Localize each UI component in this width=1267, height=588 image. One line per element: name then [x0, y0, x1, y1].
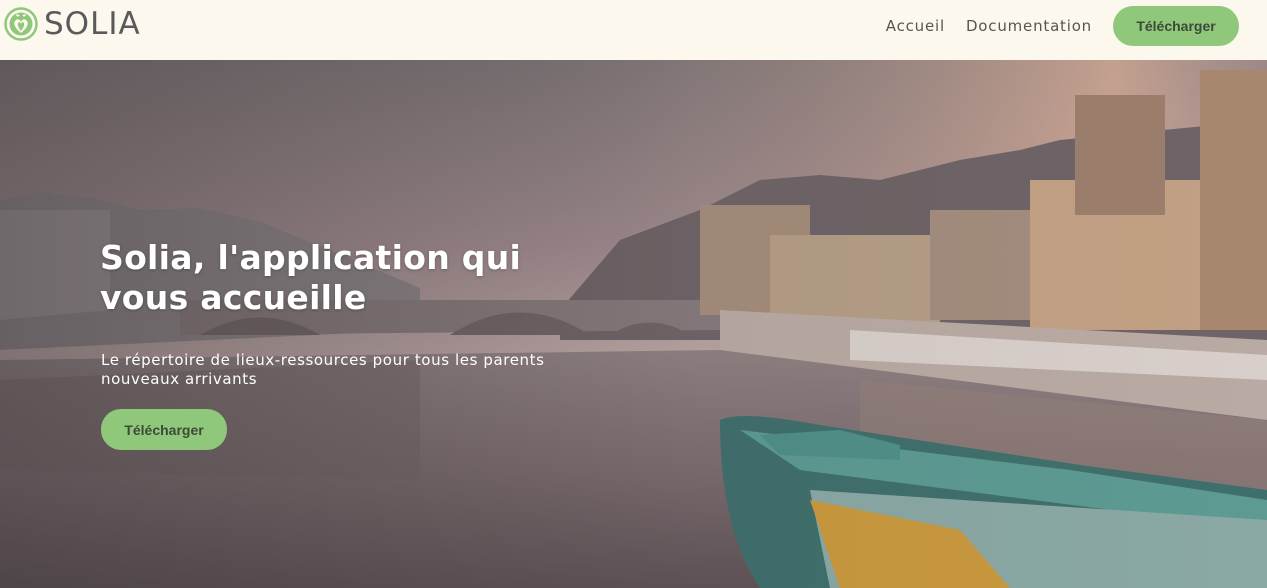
header-download-button[interactable]: Télécharger [1113, 6, 1239, 46]
hero-section: Solia, l'application qui vous accueille … [0, 60, 1267, 588]
nav-link-documentation[interactable]: Documentation [966, 17, 1092, 35]
logo[interactable]: SOLIA [4, 6, 141, 42]
nav-link-accueil[interactable]: Accueil [886, 17, 945, 35]
main-nav: Accueil Documentation Télécharger [886, 0, 1267, 52]
hero-title: Solia, l'application qui vous accueille [100, 238, 522, 317]
heart-leaf-logo-icon [4, 7, 38, 41]
hero-download-button[interactable]: Télécharger [101, 409, 227, 450]
brand-name: SOLIA [44, 6, 141, 42]
hero-background-image [0, 60, 1267, 588]
site-header: SOLIA Accueil Documentation Télécharger [0, 0, 1267, 60]
hero-subtitle: Le répertoire de lieux-ressources pour t… [101, 351, 545, 388]
